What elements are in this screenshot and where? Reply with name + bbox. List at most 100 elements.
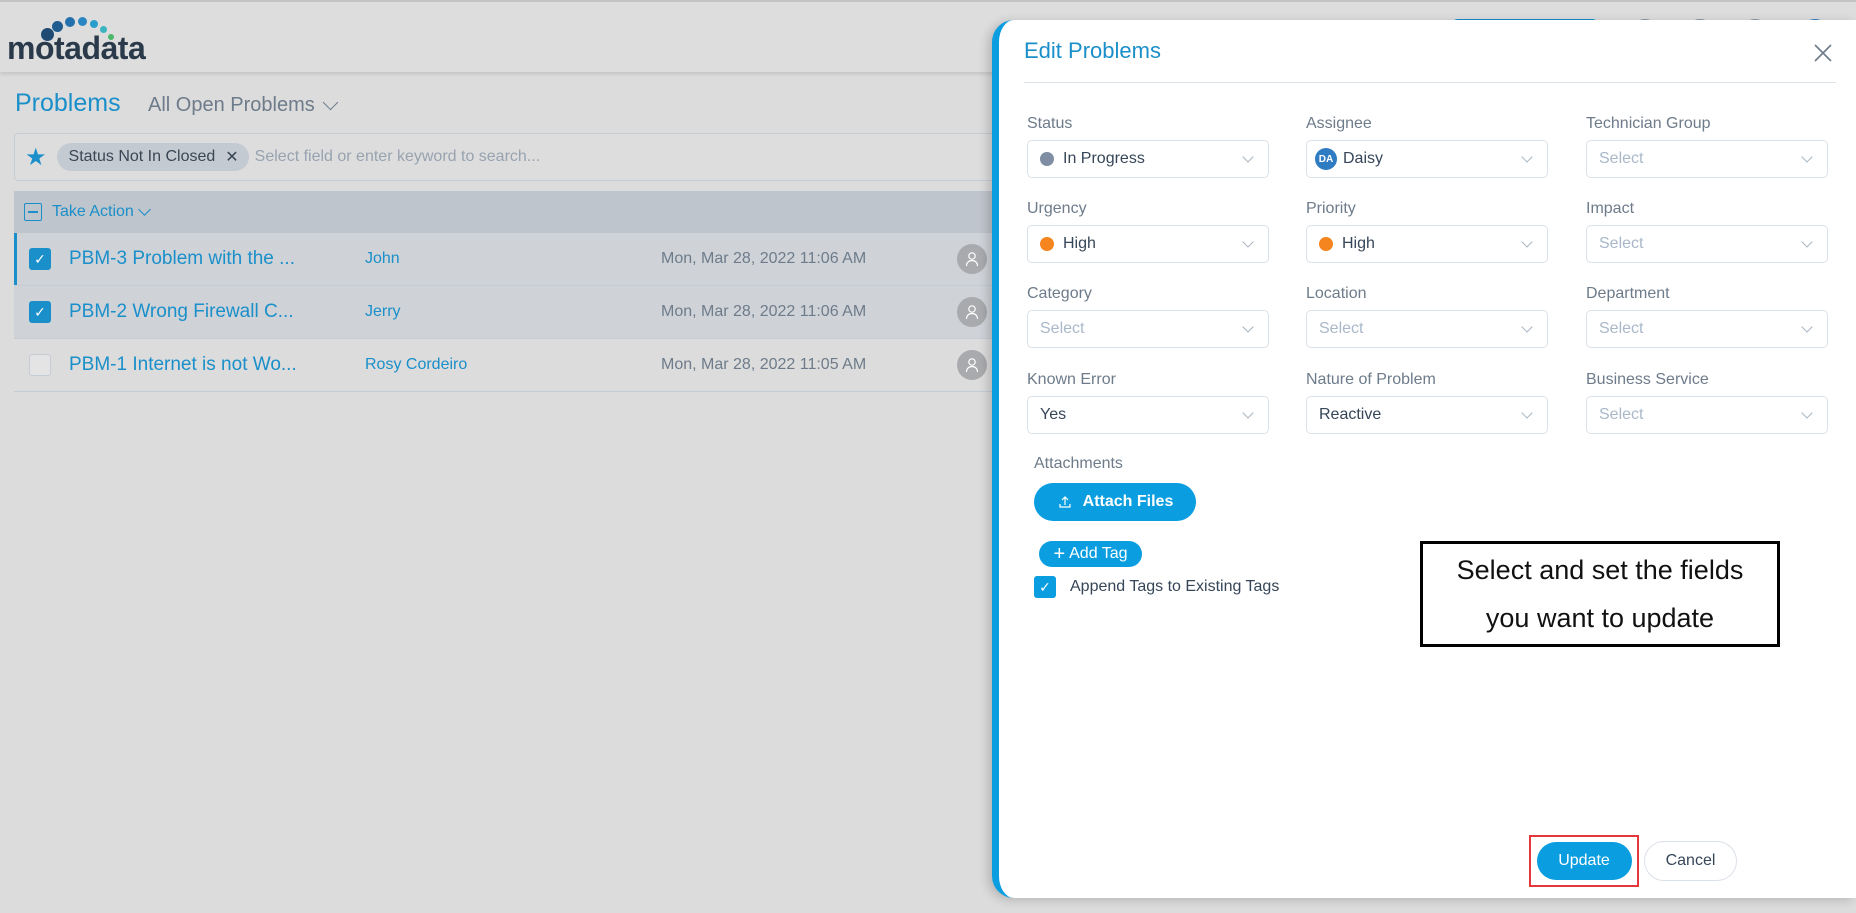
problem-title-link[interactable]: PBM-1 Internet is not Wo... — [69, 354, 297, 376]
chevron-down-icon — [1521, 236, 1533, 248]
chevron-down-icon — [1242, 151, 1254, 163]
nature-of-problem-select[interactable]: Reactive — [1306, 396, 1548, 434]
impact-select[interactable]: Select — [1586, 225, 1828, 263]
plus-icon: + — [1053, 543, 1066, 565]
close-icon[interactable] — [1812, 42, 1834, 64]
nature-of-problem-value: Reactive — [1319, 406, 1382, 423]
upload-icon — [1059, 496, 1071, 508]
motadata-logo[interactable]: motadata — [7, 16, 167, 66]
take-action-dropdown[interactable]: Take Action — [52, 202, 151, 221]
select-placeholder: Select — [1599, 235, 1644, 252]
view-selector-dropdown[interactable]: All Open Problems — [148, 94, 339, 117]
location-select[interactable]: Select — [1306, 310, 1548, 348]
assignee-value: Daisy — [1343, 150, 1384, 167]
chevron-down-icon — [1521, 321, 1533, 333]
priority-value: High — [1342, 235, 1375, 252]
department-field: Department Select — [1586, 285, 1828, 348]
field-label: Business Service — [1586, 371, 1709, 388]
field-label: Priority — [1306, 200, 1356, 217]
append-tags-label: Append Tags to Existing Tags — [1070, 578, 1280, 595]
status-select[interactable]: In Progress — [1027, 140, 1269, 178]
field-label: Technician Group — [1586, 115, 1711, 132]
assignee-field: Assignee DA Daisy — [1306, 115, 1548, 178]
created-date: Mon, Mar 28, 2022 11:05 AM — [661, 356, 867, 373]
select-placeholder: Select — [1319, 320, 1364, 337]
priority-dot-icon — [1319, 237, 1333, 251]
assignee-select[interactable]: DA Daisy — [1306, 140, 1548, 178]
created-date: Mon, Mar 28, 2022 11:06 AM — [661, 303, 867, 320]
urgency-select[interactable]: High — [1027, 225, 1269, 263]
panel-title: Edit Problems — [1024, 38, 1161, 63]
row-checkbox[interactable]: ✓ — [29, 248, 51, 270]
table-row[interactable]: ✓ PBM-3 Problem with the ... John Mon, M… — [14, 233, 1014, 286]
logo-dot — [65, 17, 75, 27]
row-checkbox[interactable] — [29, 354, 51, 376]
chevron-down-icon — [1801, 236, 1813, 248]
search-input[interactable]: Select field or enter keyword to search.… — [255, 148, 540, 166]
field-label: Category — [1027, 285, 1092, 302]
bulk-action-bar: Take Action — [14, 191, 1014, 233]
filter-chip-label: Status Not In Closed — [68, 148, 216, 165]
attachments-label: Attachments — [1034, 455, 1123, 472]
page-title: Problems — [15, 89, 121, 117]
field-label: Location — [1306, 285, 1367, 302]
known-error-select[interactable]: Yes — [1027, 396, 1269, 434]
urgency-field: Urgency High — [1027, 200, 1269, 263]
user-icon — [957, 244, 987, 274]
known-error-field: Known Error Yes — [1027, 371, 1269, 434]
select-placeholder: Select — [1599, 406, 1644, 423]
impact-field: Impact Select — [1586, 200, 1828, 263]
business-service-select[interactable]: Select — [1586, 396, 1828, 434]
attach-files-button[interactable]: Attach Files — [1034, 483, 1196, 521]
star-icon[interactable]: ★ — [25, 143, 47, 172]
add-tag-label: Add Tag — [1069, 545, 1128, 562]
chevron-down-icon — [1521, 407, 1533, 419]
nature-of-problem-field: Nature of Problem Reactive — [1306, 371, 1548, 434]
attach-files-label: Attach Files — [1082, 493, 1174, 510]
append-tags-checkbox[interactable]: ✓ — [1034, 576, 1056, 598]
problem-title-link[interactable]: PBM-3 Problem with the ... — [69, 248, 295, 270]
field-label: Status — [1027, 115, 1073, 132]
chevron-down-icon — [1801, 321, 1813, 333]
technician-group-field: Technician Group Select — [1586, 115, 1828, 178]
append-tags-option[interactable]: ✓ Append Tags to Existing Tags — [1034, 576, 1279, 598]
department-select[interactable]: Select — [1586, 310, 1828, 348]
problem-list: ✓ PBM-3 Problem with the ... John Mon, M… — [14, 233, 1014, 392]
chevron-down-icon — [137, 202, 151, 216]
divider — [1024, 82, 1836, 83]
select-placeholder: Select — [1599, 150, 1644, 167]
take-action-label: Take Action — [52, 203, 134, 220]
requester-link[interactable]: Jerry — [365, 303, 401, 321]
priority-field: Priority High — [1306, 200, 1548, 263]
logo-dot — [90, 20, 98, 28]
edit-problems-panel: Edit Problems Status In Progress Assigne… — [992, 20, 1856, 898]
cancel-button[interactable]: Cancel — [1644, 841, 1737, 881]
select-all-checkbox[interactable] — [24, 203, 42, 221]
row-checkbox[interactable]: ✓ — [29, 301, 51, 323]
problem-title-link[interactable]: PBM-2 Wrong Firewall C... — [69, 301, 294, 323]
update-button[interactable]: Update — [1536, 842, 1632, 880]
field-label: Urgency — [1027, 200, 1087, 217]
status-dot-icon — [1040, 152, 1054, 166]
select-placeholder: Select — [1599, 320, 1644, 337]
field-label: Nature of Problem — [1306, 371, 1436, 388]
filter-chip[interactable]: Status Not In Closed ✕ — [56, 143, 249, 171]
search-bar[interactable]: ★ Status Not In Closed ✕ Select field or… — [14, 133, 1014, 181]
user-icon — [957, 297, 987, 327]
add-tag-button[interactable]: + Add Tag — [1039, 541, 1142, 567]
instruction-callout: Select and set the fields you want to up… — [1420, 541, 1780, 647]
status-value: In Progress — [1063, 150, 1145, 167]
priority-select[interactable]: High — [1306, 225, 1548, 263]
chevron-down-icon — [1801, 151, 1813, 163]
close-icon[interactable]: ✕ — [225, 147, 238, 167]
requester-link[interactable]: Rosy Cordeiro — [365, 356, 467, 374]
requester-link[interactable]: John — [365, 250, 400, 268]
table-row[interactable]: ✓ PBM-2 Wrong Firewall C... Jerry Mon, M… — [14, 286, 1014, 339]
table-row[interactable]: PBM-1 Internet is not Wo... Rosy Cordeir… — [14, 339, 1014, 392]
user-icon — [957, 350, 987, 380]
category-select[interactable]: Select — [1027, 310, 1269, 348]
business-service-field: Business Service Select — [1586, 371, 1828, 434]
logo-text: motadata — [7, 30, 146, 66]
field-label: Known Error — [1027, 371, 1116, 388]
technician-group-select[interactable]: Select — [1586, 140, 1828, 178]
